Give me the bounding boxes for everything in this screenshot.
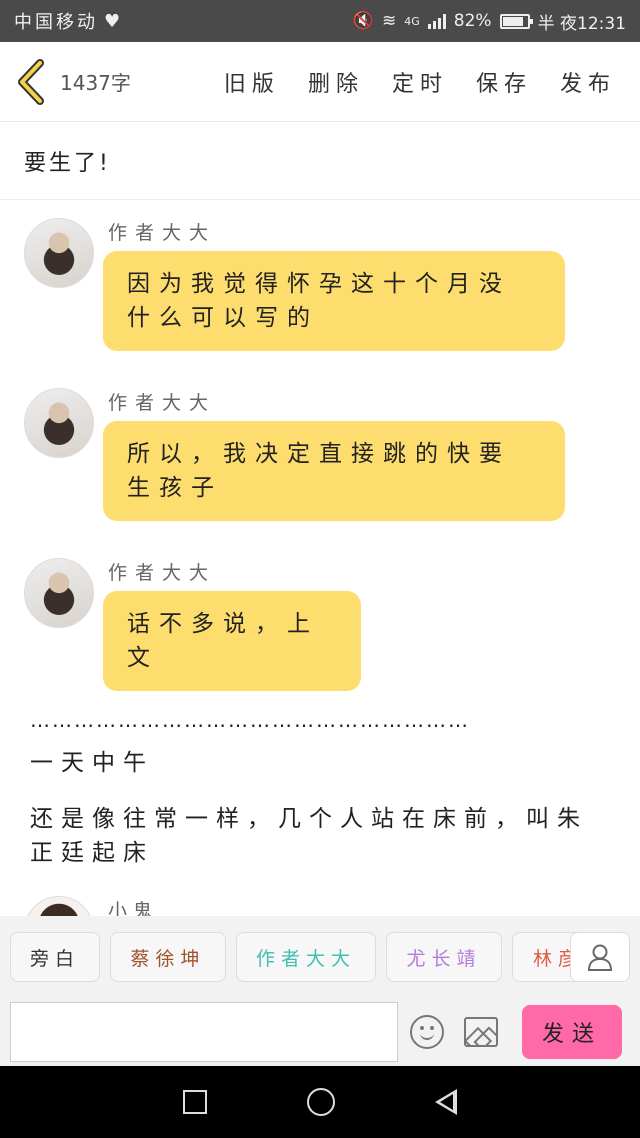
message-bubble[interactable]: 因为我觉得怀孕这十个月没什么可以写的 [103, 251, 565, 351]
carrier-label: 中国移动 [14, 12, 98, 33]
emoji-icon[interactable] [410, 1015, 444, 1049]
send-button[interactable]: 发送 [522, 1005, 622, 1059]
role-chip[interactable]: 作者大大 [236, 932, 376, 982]
chevron-left-icon [18, 58, 44, 105]
manage-roles-button[interactable] [570, 932, 630, 982]
message-bubble[interactable]: 所以，我决定直接跳的快要生孩子 [103, 421, 565, 521]
signal-icon [427, 13, 446, 29]
message-author: 作者大大 [108, 392, 217, 414]
avatar [24, 558, 94, 628]
composer: 发送 [0, 998, 640, 1066]
battery-percent: 82% [453, 11, 492, 31]
back-button[interactable] [6, 42, 56, 122]
battery-icon [499, 13, 533, 29]
separator-line: …………………………………………………… [30, 708, 470, 732]
wifi-icon: ≋ [382, 11, 397, 31]
old-version-button[interactable]: 旧版 [210, 66, 294, 98]
schedule-button[interactable]: 定时 [378, 66, 462, 98]
message-author: 作者大大 [108, 562, 217, 584]
recent-apps-button[interactable] [183, 1090, 207, 1114]
heart-icon: ♥ [104, 10, 124, 32]
word-count: 1437字 [60, 71, 131, 95]
publish-button[interactable]: 发布 [546, 66, 630, 98]
chapter-title[interactable]: 要生了! [0, 122, 640, 200]
image-icon[interactable] [464, 1017, 498, 1047]
message-author: 小鬼 [108, 900, 159, 916]
story-content[interactable]: 要生了! 作者大大 因为我觉得怀孕这十个月没什么可以写的 作者大大 所以，我决定… [0, 122, 640, 916]
role-chip[interactable]: 蔡徐坤 [110, 932, 226, 982]
narration-paragraph[interactable]: 还是像往常一样，几个人站在床前，叫朱正廷起床 [0, 802, 640, 870]
chat-message[interactable]: 作者大大 因为我觉得怀孕这十个月没什么可以写的 [0, 208, 640, 378]
message-author: 作者大大 [108, 222, 217, 244]
status-time: 半 夜12:31 [537, 13, 626, 34]
role-selector[interactable]: 旁白 蔡徐坤 作者大大 尤长靖 林彦 [0, 916, 640, 998]
editor-header: 1437字 旧版 删除 定时 保存 发布 [0, 42, 640, 122]
mute-icon: 🔇 [352, 11, 375, 31]
chat-message[interactable]: 作者大大 话不多说，上文 [0, 548, 640, 691]
network-type-label: 4G [404, 14, 420, 28]
role-chip-narrator[interactable]: 旁白 [10, 932, 100, 982]
avatar [24, 896, 94, 916]
status-bar: 中国移动 ♥ 🔇 ≋ 4G 82% 半 夜12:31 [0, 0, 640, 42]
message-input[interactable] [10, 1002, 398, 1062]
delete-button[interactable]: 删除 [294, 66, 378, 98]
user-icon [587, 944, 613, 971]
narration-paragraph[interactable]: 一天中午 [0, 746, 640, 780]
chat-message[interactable]: 作者大大 所以，我决定直接跳的快要生孩子 [0, 378, 640, 548]
role-chip[interactable]: 尤长靖 [386, 932, 502, 982]
home-button[interactable] [307, 1088, 335, 1116]
message-bubble[interactable]: 话不多说，上文 [103, 591, 361, 691]
save-button[interactable]: 保存 [462, 66, 546, 98]
system-nav-bar [0, 1066, 640, 1138]
back-nav-button[interactable] [435, 1089, 457, 1115]
chat-message[interactable]: 小鬼 [0, 892, 640, 916]
avatar [24, 218, 94, 288]
avatar [24, 388, 94, 458]
